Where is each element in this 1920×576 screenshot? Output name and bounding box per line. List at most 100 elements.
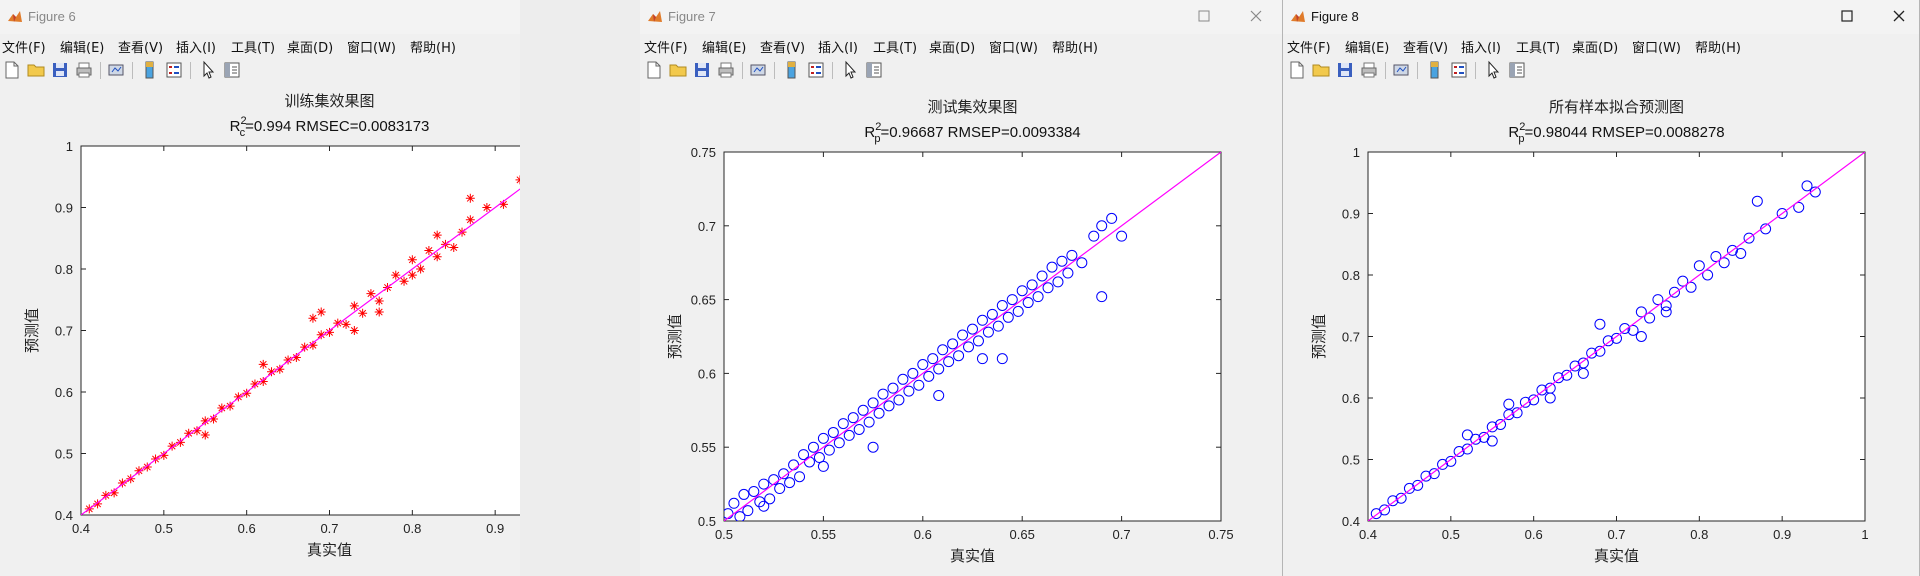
menu-view[interactable]: 查看(V) (118, 37, 163, 56)
y-tick-label: 0.5 (1342, 453, 1360, 468)
x-tick-label: 0.5 (155, 521, 173, 536)
menu-insert[interactable]: 插入(I) (176, 37, 216, 56)
chart-subtitle: R2 p=0.98044 RMSEP=0.0088278 (1508, 121, 1724, 145)
property-editor-icon[interactable] (864, 60, 884, 80)
legend-icon[interactable] (164, 60, 184, 80)
property-editor-icon[interactable] (222, 60, 242, 80)
print-icon[interactable] (716, 60, 736, 80)
close-icon[interactable] (1248, 8, 1264, 24)
figure-window-7[interactable]: Figure 7 文件(F) 编辑(E) 查看(V) 插入(I) 工具(T) 桌… (640, 0, 1282, 576)
title-bar[interactable]: Figure 8 (1283, 0, 1919, 34)
pointer-icon[interactable] (840, 60, 860, 80)
y-tick-label: 0.4 (55, 508, 73, 523)
y-tick-label: 1 (1353, 145, 1360, 160)
scatter-plot-all: 所有样本拟合预测图R2 p=0.98044 RMSEP=0.00882780.4 0… (1310, 98, 1869, 565)
menu-tools[interactable]: 工具(T) (231, 37, 275, 56)
property-editor-icon[interactable] (1507, 60, 1527, 80)
save-icon[interactable] (50, 60, 70, 80)
x-tick-label: 0.4 (1359, 527, 1377, 542)
close-icon[interactable] (1891, 8, 1907, 24)
data-point (465, 193, 475, 203)
new-file-icon[interactable] (1287, 60, 1307, 80)
menu-help[interactable]: 帮助(H) (1695, 37, 1741, 56)
y-tick-label: 0.8 (55, 262, 73, 277)
toolbar-separator (1385, 62, 1386, 79)
menu-bar: 文件(F) 编辑(E) 查看(V) 插入(I) 工具(T) 桌面(D) 窗口(W… (640, 34, 1282, 56)
menu-insert[interactable]: 插入(I) (818, 37, 858, 56)
y-tick-label: 0.7 (55, 324, 73, 339)
menu-help[interactable]: 帮助(H) (410, 37, 456, 56)
colorbar-icon[interactable] (782, 60, 802, 80)
data-point (449, 242, 459, 252)
pointer-icon[interactable] (1483, 60, 1503, 80)
menu-edit[interactable]: 编辑(E) (702, 37, 746, 56)
figure-window-6[interactable]: Figure 6 文件(F) 编辑(E) 查看(V) 插入(I) 工具(T) 桌… (0, 0, 520, 576)
menu-view[interactable]: 查看(V) (1403, 37, 1448, 56)
figure-window-8[interactable]: Figure 8 文件(F) 编辑(E) 查看(V) 插入(I) 工具(T) 桌… (1282, 0, 1920, 576)
y-tick-label: 0.4 (1342, 514, 1360, 529)
open-folder-icon[interactable] (1311, 60, 1331, 80)
new-file-icon[interactable] (2, 60, 22, 80)
toolbar-separator (774, 62, 775, 79)
maximize-icon[interactable] (1196, 8, 1212, 24)
pointer-icon[interactable] (198, 60, 218, 80)
y-tick-label: 0.75 (691, 145, 716, 160)
open-folder-icon[interactable] (26, 60, 46, 80)
y-tick-label: 1 (66, 139, 73, 154)
menu-desktop[interactable]: 桌面(D) (287, 37, 333, 56)
toolbar-separator (1417, 62, 1418, 79)
new-file-icon[interactable] (644, 60, 664, 80)
y-axis-label: 预测值 (23, 308, 41, 353)
link-plot-icon[interactable] (748, 60, 768, 80)
y-tick-label: 0.9 (1342, 207, 1360, 222)
data-point (200, 430, 210, 440)
menu-tools[interactable]: 工具(T) (1516, 37, 1560, 56)
maximize-icon[interactable] (1839, 8, 1855, 24)
x-tick-label: 0.7 (320, 521, 338, 536)
menu-insert[interactable]: 插入(I) (1461, 37, 1501, 56)
toolbar (640, 58, 1282, 84)
print-icon[interactable] (1359, 60, 1379, 80)
open-folder-icon[interactable] (668, 60, 688, 80)
menu-window[interactable]: 窗口(W) (1632, 37, 1681, 56)
chart-subtitle: R2 c=0.994 RMSEC=0.0083173 (230, 115, 430, 139)
menu-window[interactable]: 窗口(W) (347, 37, 396, 56)
legend-icon[interactable] (806, 60, 826, 80)
menu-help[interactable]: 帮助(H) (1052, 37, 1098, 56)
y-tick-label: 0.65 (691, 293, 716, 308)
save-icon[interactable] (1335, 60, 1355, 80)
print-icon[interactable] (74, 60, 94, 80)
matlab-icon (648, 11, 662, 22)
axes-box (80, 145, 520, 516)
x-tick-label: 0.6 (1525, 527, 1543, 542)
title-bar[interactable]: Figure 7 (640, 0, 1282, 34)
menu-file[interactable]: 文件(F) (644, 37, 688, 56)
window-title: Figure 8 (1311, 9, 1359, 24)
menu-window[interactable]: 窗口(W) (989, 37, 1038, 56)
menu-view[interactable]: 查看(V) (760, 37, 805, 56)
menu-bar: 文件(F) 编辑(E) 查看(V) 插入(I) 工具(T) 桌面(D) 窗口(W… (0, 34, 520, 56)
y-tick-label: 0.7 (1342, 330, 1360, 345)
menu-desktop[interactable]: 桌面(D) (929, 37, 975, 56)
link-plot-icon[interactable] (106, 60, 126, 80)
link-plot-icon[interactable] (1391, 60, 1411, 80)
colorbar-icon[interactable] (140, 60, 160, 80)
y-axis-label: 预测值 (666, 314, 684, 359)
title-bar[interactable]: Figure 6 (0, 0, 520, 34)
scatter-plot-train: 训练集效果图 R2 c=0.994 RMSEC=0.0083173 0.4 0.5 0.6… (23, 92, 520, 559)
menu-tools[interactable]: 工具(T) (873, 37, 917, 56)
colorbar-icon[interactable] (1425, 60, 1445, 80)
toolbar-separator (1475, 62, 1476, 79)
menu-file[interactable]: 文件(F) (1287, 37, 1331, 56)
menu-desktop[interactable]: 桌面(D) (1572, 37, 1618, 56)
x-tick-label: 0.55 (811, 527, 836, 542)
menu-edit[interactable]: 编辑(E) (60, 37, 104, 56)
y-tick-label: 0.6 (1342, 391, 1360, 406)
menu-edit[interactable]: 编辑(E) (1345, 37, 1389, 56)
menu-file[interactable]: 文件(F) (2, 37, 46, 56)
toolbar (1283, 58, 1919, 84)
x-tick-label: 0.6 (914, 527, 932, 542)
legend-icon[interactable] (1449, 60, 1469, 80)
x-tick-label: 0.8 (403, 521, 421, 536)
save-icon[interactable] (692, 60, 712, 80)
